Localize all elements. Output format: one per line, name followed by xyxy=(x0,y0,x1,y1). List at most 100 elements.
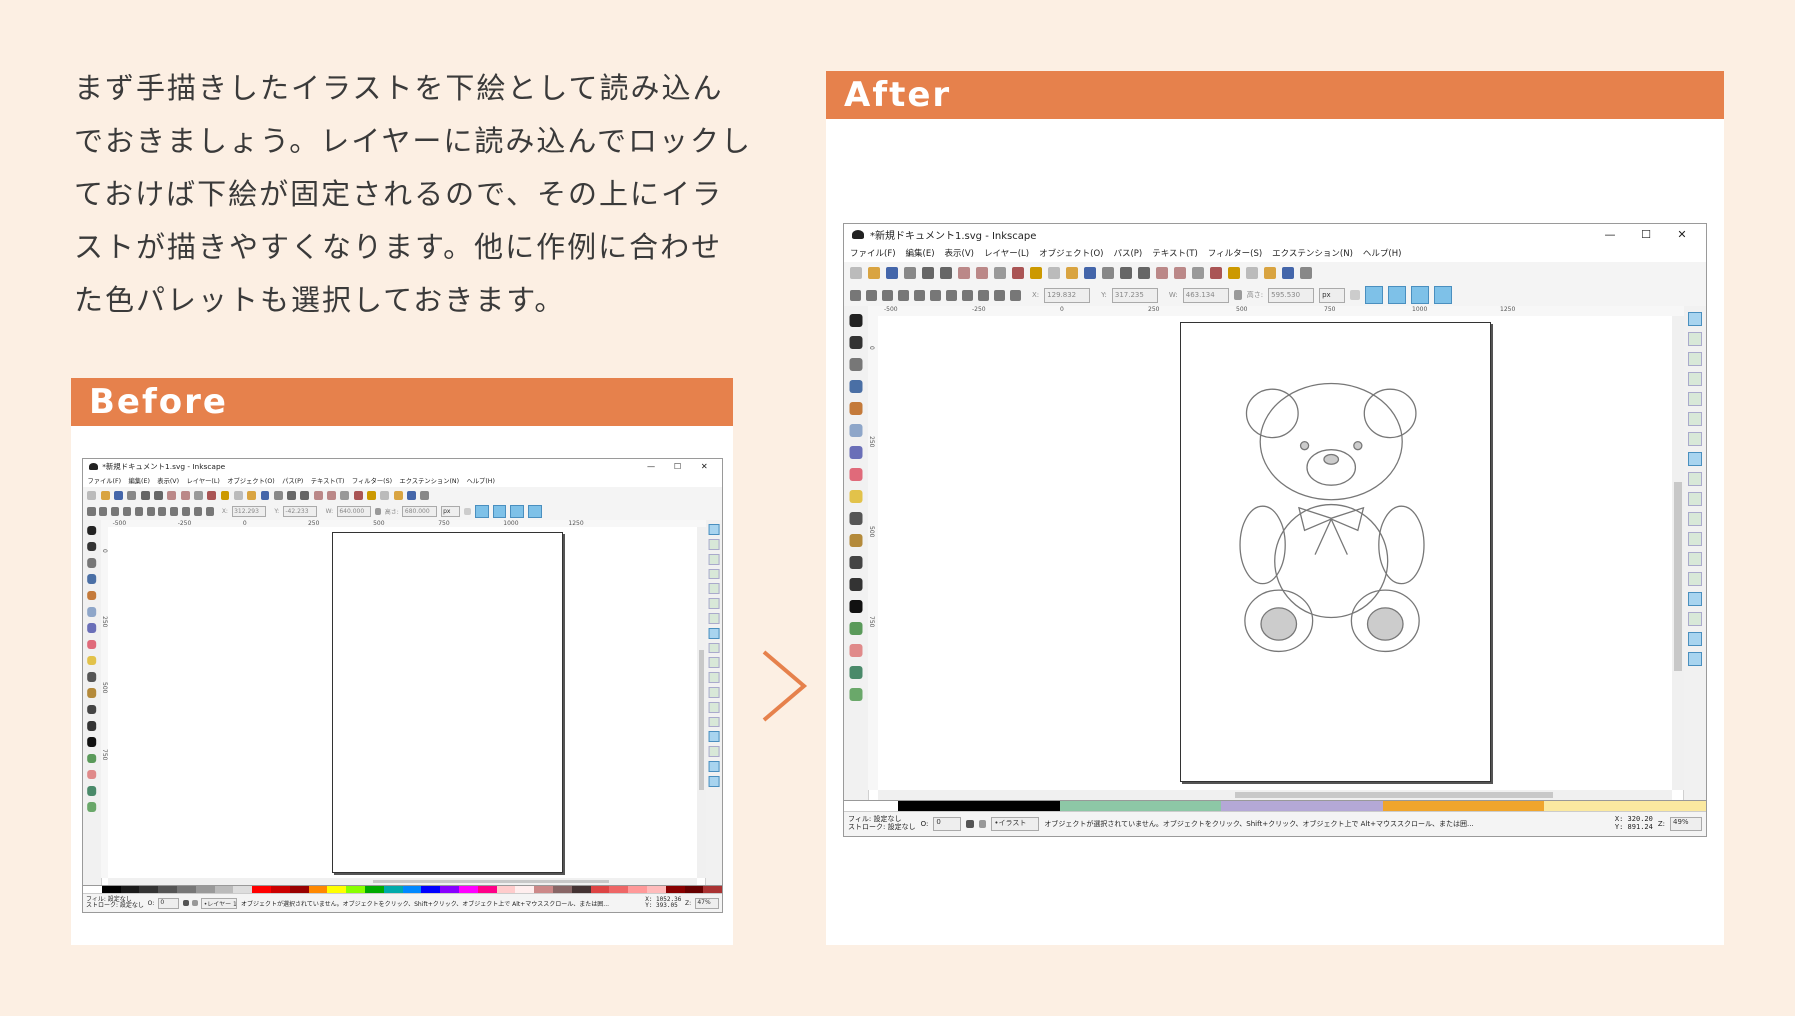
unlink-icon[interactable] xyxy=(300,490,310,500)
snap-toggle-icon[interactable] xyxy=(708,716,720,728)
fill-stroke-icon[interactable] xyxy=(1192,267,1204,279)
snap-toggle-icon[interactable] xyxy=(1688,552,1702,566)
align-icon[interactable] xyxy=(1264,267,1276,279)
snap-toggle-icon[interactable] xyxy=(1688,532,1702,546)
zoom-drawing-icon[interactable] xyxy=(1066,267,1078,279)
menu-item[interactable]: テキスト(T) xyxy=(311,476,345,485)
zoom-drawing-icon[interactable] xyxy=(247,490,257,500)
snap-toggle-icon[interactable] xyxy=(708,568,720,580)
rotate-ccw-icon[interactable] xyxy=(898,289,909,301)
copy-icon[interactable] xyxy=(994,267,1006,279)
y-field[interactable]: -42.233 xyxy=(282,505,318,518)
snap-toggle-icon[interactable] xyxy=(1688,352,1702,366)
text-icon[interactable] xyxy=(1210,267,1222,279)
redo-icon[interactable] xyxy=(180,490,190,500)
group-icon[interactable] xyxy=(1156,267,1168,279)
zoom-field[interactable]: 47% xyxy=(694,897,720,909)
scroll-thumb[interactable] xyxy=(1235,792,1553,798)
ungroup-icon[interactable] xyxy=(327,490,336,500)
height-field[interactable]: 595.530 xyxy=(1268,287,1315,303)
save-icon[interactable] xyxy=(114,490,123,500)
y-field[interactable]: 317.235 xyxy=(1111,287,1158,303)
raise-top-icon[interactable] xyxy=(170,507,179,516)
select-in-all-layers-icon[interactable] xyxy=(866,289,877,301)
layer-select[interactable]: •レイヤー 1 xyxy=(201,897,238,909)
deselect-icon[interactable] xyxy=(882,289,893,301)
x-field[interactable]: 129.832 xyxy=(1044,287,1091,303)
scroll-thumb[interactable] xyxy=(1674,481,1682,672)
rotate-cw-icon[interactable] xyxy=(914,289,925,301)
snap-toggle-icon[interactable] xyxy=(708,731,720,743)
calligraphy-tool-icon[interactable] xyxy=(849,578,863,591)
transform-toggle-button[interactable] xyxy=(1388,286,1407,304)
zoom-page-icon[interactable] xyxy=(1084,267,1096,279)
snap-toggle-icon[interactable] xyxy=(708,672,720,683)
align-icon[interactable] xyxy=(393,490,403,500)
group-icon[interactable] xyxy=(313,490,323,500)
duplicate-icon[interactable] xyxy=(1102,267,1114,279)
raise-icon[interactable] xyxy=(978,289,989,301)
rotate-ccw-icon[interactable] xyxy=(122,507,131,516)
menu-item[interactable]: ファイル(F) xyxy=(850,247,896,259)
snap-toggle-icon[interactable] xyxy=(708,657,720,669)
raise-top-icon[interactable] xyxy=(962,289,973,301)
menu-item[interactable]: テキスト(T) xyxy=(1152,247,1198,259)
open-icon[interactable] xyxy=(868,267,880,279)
select-all-icon[interactable] xyxy=(87,507,96,516)
visibility-icon[interactable] xyxy=(966,820,975,828)
lower-icon[interactable] xyxy=(193,507,202,516)
transform-toggle-button[interactable] xyxy=(527,504,542,519)
undo-icon[interactable] xyxy=(958,267,970,279)
scroll-thumb[interactable] xyxy=(373,879,609,884)
snap-toggle-icon[interactable] xyxy=(1688,452,1702,466)
menu-item[interactable]: レイヤー(L) xyxy=(186,476,219,485)
horizontal-scrollbar[interactable] xyxy=(878,790,1672,800)
snap-toggle-icon[interactable] xyxy=(1688,512,1702,526)
pencil-tool-icon[interactable] xyxy=(849,534,863,547)
menu-item[interactable]: ヘルプ(H) xyxy=(466,476,494,485)
menu-item[interactable]: パス(P) xyxy=(1113,247,1142,259)
snap-toggle-icon[interactable] xyxy=(1688,312,1702,326)
deselect-icon[interactable] xyxy=(111,507,120,516)
zoom-page-icon[interactable] xyxy=(260,490,270,500)
height-field[interactable]: 680.000 xyxy=(402,505,437,518)
fill-stroke-indicator[interactable]: フィル: 設定なし ストローク: 設定なし xyxy=(86,896,144,910)
zoom-tool-icon[interactable] xyxy=(849,380,863,393)
cut-icon[interactable] xyxy=(1012,267,1024,279)
3dbox-tool-icon[interactable] xyxy=(849,446,863,459)
snap-toggle-icon[interactable] xyxy=(708,538,720,550)
transform-toggle-button[interactable] xyxy=(475,504,489,519)
spray-tool-icon[interactable] xyxy=(849,622,863,635)
rect-tool-icon[interactable] xyxy=(849,424,863,437)
flip-h-icon[interactable] xyxy=(146,507,155,516)
lower-bottom-icon[interactable] xyxy=(205,507,214,516)
lock-icon[interactable] xyxy=(375,507,381,516)
snap-toggle-icon[interactable] xyxy=(1688,392,1702,406)
visibility-icon[interactable] xyxy=(182,900,189,907)
spiral-tool-icon[interactable] xyxy=(849,512,863,525)
zoom-selection-icon[interactable] xyxy=(1048,267,1060,279)
rotate-cw-icon[interactable] xyxy=(134,507,143,516)
eraser-tool-icon[interactable] xyxy=(87,769,97,780)
undo-icon[interactable] xyxy=(167,490,177,500)
xml-editor-icon[interactable] xyxy=(380,490,390,500)
pen-tool-icon[interactable] xyxy=(87,704,97,715)
transform-toggle-button[interactable] xyxy=(510,504,524,519)
star-tool-icon[interactable] xyxy=(87,655,97,666)
select-in-all-layers-icon[interactable] xyxy=(99,507,108,516)
snap-toggle-icon[interactable] xyxy=(1688,472,1702,486)
snap-toggle-icon[interactable] xyxy=(1688,572,1702,586)
open-icon[interactable] xyxy=(100,490,110,500)
opacity-field[interactable]: 0 xyxy=(933,817,962,831)
raise-icon[interactable] xyxy=(181,507,191,516)
lower-icon[interactable] xyxy=(994,289,1005,301)
snap-toggle-icon[interactable] xyxy=(708,775,720,787)
snap-toggle-icon[interactable] xyxy=(1688,632,1702,646)
doc-props-icon[interactable] xyxy=(420,490,430,500)
zoom-selection-icon[interactable] xyxy=(233,490,243,500)
menu-item[interactable]: 表示(V) xyxy=(945,247,974,259)
snap-toggle-icon[interactable] xyxy=(1688,412,1702,426)
clone-icon[interactable] xyxy=(287,490,296,500)
snap-toggle-icon[interactable] xyxy=(1688,332,1702,346)
menu-item[interactable]: 編集(E) xyxy=(128,476,149,485)
